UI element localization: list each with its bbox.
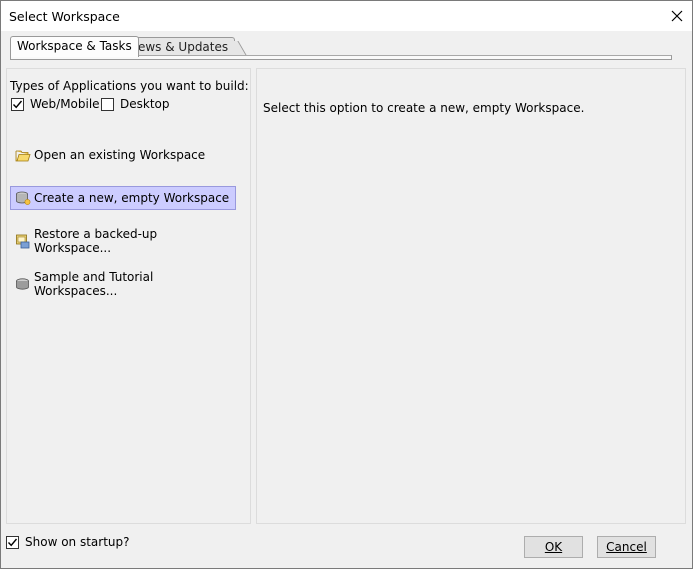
desktop-checkbox-row[interactable]: Desktop [101, 97, 170, 111]
open-existing-workspace-option[interactable]: Open an existing Workspace [10, 143, 236, 167]
restore-icon [15, 233, 31, 249]
show-on-startup-label: Show on startup? [25, 535, 130, 549]
tab-strip: News & Updates Workspace & Tasks [1, 31, 692, 60]
ok-button[interactable]: OK [524, 536, 583, 558]
desktop-checkbox[interactable] [101, 97, 114, 111]
option-description: Select this option to create a new, empt… [263, 101, 585, 115]
sample-tutorial-workspaces-option[interactable]: Sample and Tutorial Workspaces... [10, 270, 236, 298]
option-label: Sample and Tutorial Workspaces... [34, 270, 154, 298]
title-bar: Select Workspace [1, 1, 692, 31]
create-new-workspace-option[interactable]: Create a new, empty Workspace [10, 186, 236, 210]
ok-button-label: OK [544, 540, 563, 554]
web-mobile-checkbox[interactable] [11, 97, 24, 111]
desktop-label: Desktop [120, 97, 170, 111]
window-title: Select Workspace [9, 9, 120, 24]
database-new-icon [15, 190, 31, 206]
show-on-startup-checkbox[interactable] [6, 535, 19, 549]
restore-workspace-option[interactable]: Restore a backed-up Workspace... [10, 227, 236, 255]
close-button[interactable] [662, 1, 692, 31]
show-on-startup-row[interactable]: Show on startup? [6, 535, 130, 549]
cancel-button[interactable]: Cancel [597, 536, 656, 558]
database-icon [15, 276, 31, 292]
tab-news-updates[interactable]: News & Updates [122, 37, 236, 56]
tab-label: News & Updates [129, 40, 229, 54]
description-panel: Select this option to create a new, empt… [256, 68, 686, 524]
web-mobile-checkbox-row[interactable]: Web/Mobile [11, 97, 100, 111]
app-types-label: Types of Applications you want to build: [10, 79, 249, 93]
option-label: Open an existing Workspace [34, 148, 206, 162]
select-workspace-dialog: Select Workspace News & Updates Workspac… [0, 0, 693, 569]
option-label: Create a new, empty Workspace [34, 191, 230, 205]
checkmark-icon [12, 100, 23, 108]
web-mobile-label: Web/Mobile [30, 97, 100, 111]
tab-workspace-tasks[interactable]: Workspace & Tasks [10, 36, 139, 57]
cancel-button-label: Cancel [606, 540, 647, 554]
options-panel: Types of Applications you want to build:… [6, 68, 251, 524]
tab-label: Workspace & Tasks [17, 39, 132, 53]
checkmark-icon [7, 538, 18, 546]
close-icon [671, 10, 683, 22]
folder-open-icon [15, 147, 31, 163]
option-label: Restore a backed-up Workspace... [34, 227, 158, 255]
